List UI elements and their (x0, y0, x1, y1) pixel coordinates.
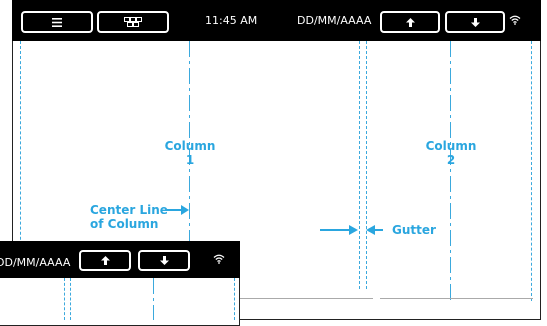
gutter-arrow-left (320, 225, 358, 235)
center-line-label-line2: of Column (90, 217, 159, 231)
center-line-label-line1: Center Line (90, 203, 168, 217)
column2-title: Column 2 (411, 139, 491, 167)
scroll-up-button[interactable] (380, 11, 440, 33)
column1-title: Column 1 (150, 139, 230, 167)
column2-left-edge (366, 41, 367, 289)
gutter-arrow-right (366, 225, 383, 235)
column2-title-line2: 2 (446, 153, 456, 167)
time-label: 11:45 AM (205, 14, 258, 27)
baseline-left (240, 298, 373, 299)
arrow-up-icon (100, 256, 110, 265)
center-line-arrow (166, 205, 189, 215)
menu-button[interactable] (21, 11, 93, 33)
small-column-left-edge-2 (70, 278, 71, 320)
small-scroll-up-button[interactable] (79, 250, 131, 271)
wifi-icon[interactable] (213, 254, 225, 264)
arrow-down-icon (470, 17, 480, 27)
gutter-label: Gutter (392, 223, 436, 237)
scroll-down-button[interactable] (445, 11, 505, 33)
column2-right-edge (531, 41, 532, 301)
column1-title-line2: 1 (185, 153, 195, 167)
grid-button[interactable] (97, 11, 169, 33)
column1-right-edge (359, 41, 360, 289)
arrow-down-icon (159, 256, 169, 265)
small-column-right-edge (234, 278, 235, 320)
wifi-icon[interactable] (509, 15, 521, 25)
baseline-right (380, 298, 533, 299)
small-top-bar: DD/MM/AAAA (0, 241, 240, 278)
top-bar: 11:45 AM DD/MM/AAAA (12, 0, 541, 41)
menu-icon (52, 17, 62, 27)
column1-title-line1: Column (164, 139, 216, 153)
center-line-label: Center Line of Column (90, 203, 168, 231)
small-column-center-line (153, 278, 154, 320)
date-label: DD/MM/AAAA (297, 14, 372, 27)
small-date-label: DD/MM/AAAA (0, 256, 71, 269)
small-column-left-edge (64, 278, 65, 320)
arrow-up-icon (405, 17, 415, 27)
small-scroll-down-button[interactable] (138, 250, 190, 271)
column2-center-line (450, 41, 451, 301)
column2-title-line1: Column (425, 139, 477, 153)
grid-icon (124, 17, 142, 27)
